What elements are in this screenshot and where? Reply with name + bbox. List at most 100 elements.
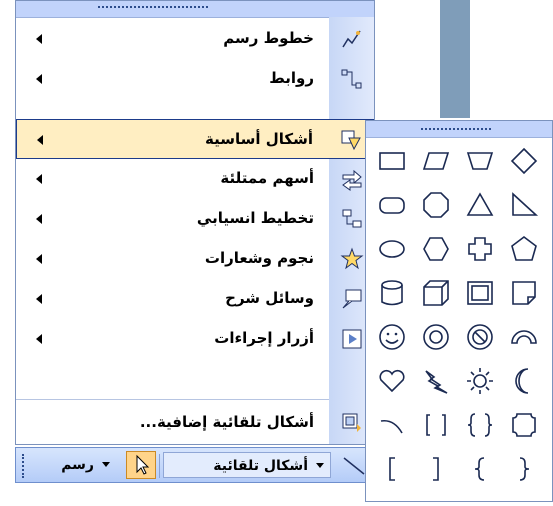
shape-cube-button[interactable] — [416, 273, 456, 313]
submenu-arrow-icon — [37, 135, 43, 145]
menu-item-block-arrows[interactable]: أسهم ممتلئة — [16, 159, 374, 199]
submenu-arrow-icon — [36, 74, 42, 84]
toolbar-grip[interactable] — [22, 454, 28, 478]
menu-item-connectors[interactable]: روابط — [16, 59, 374, 99]
shape-can-button[interactable] — [372, 273, 412, 313]
double-brace-icon — [467, 413, 493, 437]
menu-item-label: نجوم وشعارات — [204, 249, 314, 267]
menu-item-callouts[interactable]: وسائل شرح — [16, 279, 374, 319]
smiley-face-icon — [379, 324, 405, 350]
menu-item-basic-shapes[interactable]: أشكال أساسية — [16, 119, 374, 159]
flowchart-icon — [342, 209, 362, 228]
heart-icon — [379, 369, 405, 393]
parallelogram-icon — [422, 152, 450, 170]
submenu-arrow-icon — [36, 34, 42, 44]
menu-item-more-autoshapes[interactable]: أشكال تلقائية إضافية... — [16, 403, 374, 443]
shape-octagon-button[interactable] — [416, 185, 456, 225]
donut-icon — [423, 324, 449, 350]
submenu-arrow-icon — [36, 294, 42, 304]
basic-shapes-palette — [365, 120, 553, 502]
background-column — [440, 0, 470, 118]
menu-item-flowchart[interactable]: تخطيط انسيابي — [16, 199, 374, 239]
palette-move-handle[interactable] — [366, 121, 552, 138]
shape-oval-button[interactable] — [372, 229, 412, 269]
menu-move-handle[interactable] — [16, 1, 374, 18]
shape-left-bracket-button[interactable] — [372, 449, 412, 489]
shape-donut-button[interactable] — [416, 317, 456, 357]
menu-item-label: تخطيط انسيابي — [196, 209, 314, 227]
pointer-icon — [136, 454, 150, 475]
can-icon — [381, 280, 403, 306]
plaque-icon — [512, 413, 536, 437]
rounded-rectangle-icon — [379, 197, 405, 214]
folded-corner-icon — [512, 281, 536, 305]
cube-icon — [423, 280, 449, 306]
autoshapes-menu: خطوط رسم روابط أشكال أساسية أسهم ممتلئة — [15, 0, 375, 445]
menu-item-stars-banners[interactable]: نجوم وشعارات — [16, 239, 374, 279]
submenu-arrow-icon — [36, 334, 42, 344]
connectors-icon — [341, 69, 362, 89]
toolbar-separator — [159, 454, 160, 478]
shape-cross-button[interactable] — [460, 229, 500, 269]
draw-menu-button[interactable]: رسم — [48, 452, 120, 478]
octagon-icon — [423, 192, 449, 218]
shape-right-brace-button[interactable] — [504, 449, 544, 489]
bevel-icon — [467, 281, 493, 305]
shape-parallelogram-button[interactable] — [416, 141, 456, 181]
action-buttons-icon — [342, 329, 362, 349]
shape-left-brace-button[interactable] — [460, 449, 500, 489]
basic-shapes-icon — [341, 130, 361, 151]
moon-icon — [515, 368, 529, 394]
shape-diamond-button[interactable] — [504, 141, 544, 181]
shape-smiley-face-button[interactable] — [372, 317, 412, 357]
shape-triangle-button[interactable] — [460, 185, 500, 225]
shape-pentagon-button[interactable] — [504, 229, 544, 269]
shape-rectangle-button[interactable] — [372, 141, 412, 181]
arc-icon — [380, 419, 403, 434]
lightning-bolt-icon — [425, 370, 448, 394]
menu-item-label: أشكال تلقائية إضافية... — [139, 413, 314, 431]
shape-lightning-bolt-button[interactable] — [416, 361, 456, 401]
shape-double-brace-button[interactable] — [460, 405, 500, 445]
draw-label: رسم — [61, 457, 94, 473]
block-arrows-icon — [342, 169, 362, 191]
chevron-down-icon — [102, 462, 110, 467]
shape-heart-button[interactable] — [372, 361, 412, 401]
menu-item-lines[interactable]: خطوط رسم — [16, 19, 374, 59]
block-arc-icon — [511, 330, 537, 344]
shape-right-triangle-button[interactable] — [504, 185, 544, 225]
shape-moon-button[interactable] — [504, 361, 544, 401]
no-symbol-icon — [467, 324, 493, 350]
menu-item-action-buttons[interactable]: أزرار إجراءات — [16, 319, 374, 359]
shape-rounded-rectangle-button[interactable] — [372, 185, 412, 225]
submenu-arrow-icon — [36, 254, 42, 264]
right-brace-icon — [519, 457, 530, 481]
hexagon-icon — [423, 237, 449, 261]
shape-right-bracket-button[interactable] — [416, 449, 456, 489]
lines-icon — [342, 30, 361, 48]
rectangle-icon — [379, 152, 405, 170]
menu-item-label: أزرار إجراءات — [214, 329, 314, 347]
shape-no-symbol-button[interactable] — [460, 317, 500, 357]
shape-arc-button[interactable] — [372, 405, 412, 445]
oval-icon — [379, 240, 405, 258]
stars-banners-icon — [340, 247, 364, 270]
shape-trapezoid-button[interactable] — [460, 141, 500, 181]
select-objects-button[interactable] — [126, 451, 156, 479]
chevron-down-icon — [316, 463, 324, 468]
menu-item-label: خطوط رسم — [223, 29, 314, 47]
autoshapes-button[interactable]: أشكال تلقائية — [163, 452, 331, 478]
shape-bevel-button[interactable] — [460, 273, 500, 313]
pentagon-icon — [511, 236, 537, 261]
shape-sun-button[interactable] — [460, 361, 500, 401]
shape-folded-corner-button[interactable] — [504, 273, 544, 313]
shape-plaque-button[interactable] — [504, 405, 544, 445]
callouts-icon — [342, 289, 362, 309]
shape-hexagon-button[interactable] — [416, 229, 456, 269]
left-bracket-icon — [389, 457, 395, 481]
submenu-arrow-icon — [36, 214, 42, 224]
shape-double-bracket-button[interactable] — [416, 405, 456, 445]
more-autoshapes-icon — [342, 413, 361, 432]
sun-icon — [467, 368, 493, 394]
shape-block-arc-button[interactable] — [504, 317, 544, 357]
